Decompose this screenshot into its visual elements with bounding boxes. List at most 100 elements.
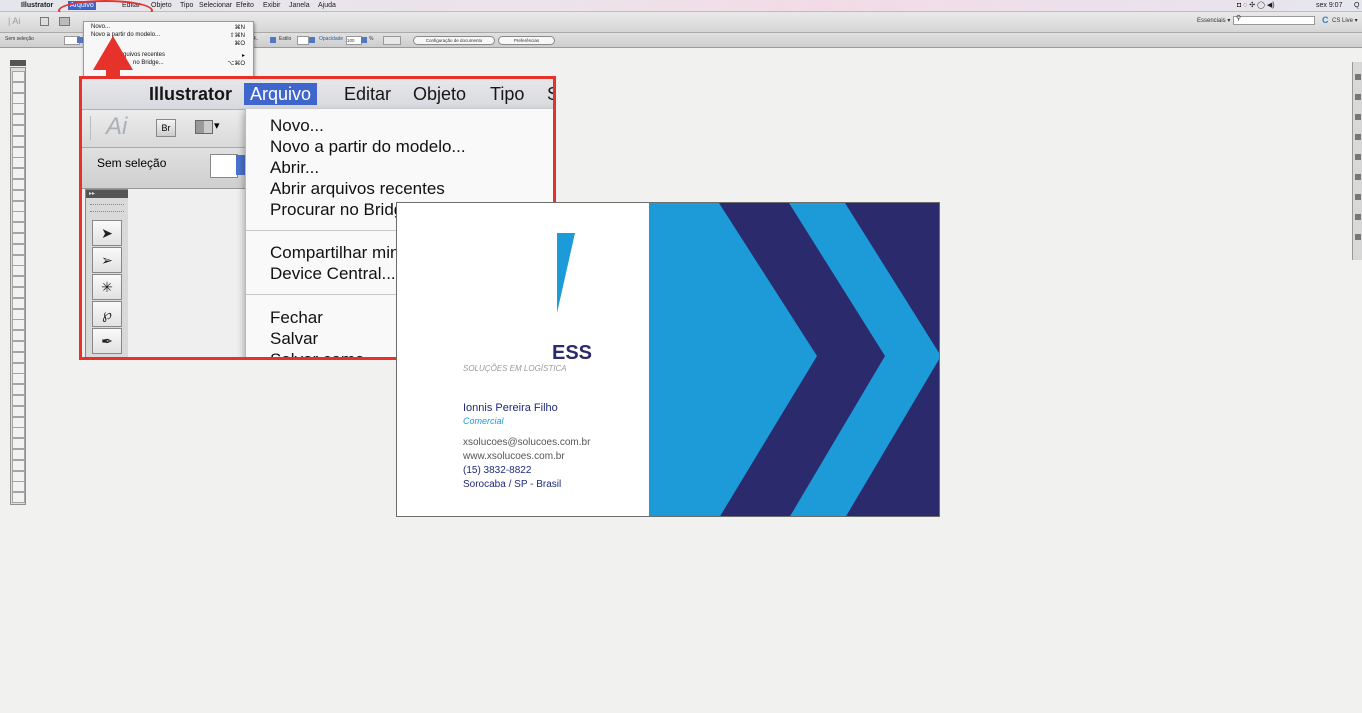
zoom-menu-illustrator[interactable]: Illustrator <box>149 83 232 105</box>
panel-icon[interactable] <box>1355 234 1361 240</box>
menu-item-salvar[interactable]: Salvar <box>270 329 318 349</box>
opacity-label[interactable]: Opacidade <box>319 36 343 42</box>
menu-tipo[interactable]: Tipo <box>180 1 193 10</box>
cs-live-button[interactable]: CS Live ▾ <box>1332 17 1358 24</box>
tool-button[interactable] <box>12 243 25 255</box>
tool-button[interactable] <box>12 351 25 363</box>
tool-button[interactable] <box>12 103 25 115</box>
menu-objeto[interactable]: Objeto <box>151 1 172 10</box>
file-menu-item[interactable]: Novo... ⌘N <box>91 24 249 31</box>
tool-button[interactable] <box>12 211 25 223</box>
tool-button[interactable] <box>12 287 25 298</box>
menu-exibir[interactable]: Exibir <box>263 1 281 10</box>
tool-button[interactable] <box>12 449 25 460</box>
menu-item-novo[interactable]: Novo... <box>270 116 324 136</box>
tool-button[interactable] <box>12 125 25 136</box>
tool-button[interactable] <box>12 297 25 309</box>
tool-button[interactable] <box>12 481 25 493</box>
tool-button[interactable] <box>12 135 25 147</box>
brush-dropdown[interactable] <box>270 37 276 43</box>
tool-button[interactable] <box>12 438 25 450</box>
menu-selecionar[interactable]: Selecionar <box>199 1 232 10</box>
clock[interactable]: sex 9:07 <box>1316 1 1342 10</box>
panel-icon[interactable] <box>1355 154 1361 160</box>
tool-button[interactable] <box>12 81 25 93</box>
panel-icon[interactable] <box>1355 194 1361 200</box>
opacity-input[interactable]: 100 <box>346 36 362 45</box>
tool-button[interactable] <box>12 405 25 417</box>
panel-icon[interactable] <box>1355 94 1361 100</box>
menu-item-fechar[interactable]: Fechar <box>270 308 323 328</box>
menu-item-salvar-como[interactable]: Salvar como... <box>270 350 379 357</box>
panel-icon[interactable] <box>1355 174 1361 180</box>
panel-icon[interactable] <box>1355 114 1361 120</box>
menu-item-novo-modelo[interactable]: Novo a partir do modelo... <box>270 137 466 157</box>
tool-button[interactable] <box>12 319 25 331</box>
panel-icon[interactable] <box>1355 214 1361 220</box>
recolor-button[interactable] <box>383 36 401 45</box>
menu-efeito[interactable]: Efeito <box>236 1 254 10</box>
style-swatch[interactable] <box>297 36 309 45</box>
panel-collapse-icon[interactable]: ▸▸ <box>86 190 129 198</box>
bridge-icon-small[interactable] <box>40 17 49 26</box>
zoom-menu-s[interactable]: S <box>547 83 553 105</box>
tool-button[interactable] <box>12 362 25 374</box>
tool-button[interactable] <box>12 341 25 352</box>
tool-button[interactable] <box>12 384 25 396</box>
menu-ajuda[interactable]: Ajuda <box>318 1 336 10</box>
preferences-button[interactable]: Preferências <box>498 36 555 45</box>
tool-button[interactable] <box>12 416 25 428</box>
tool-button[interactable] <box>12 114 25 126</box>
selection-tool-icon[interactable]: ➤ <box>92 220 122 246</box>
tool-button[interactable] <box>12 157 25 169</box>
menu-item-recentes[interactable]: Abrir arquivos recentes <box>270 179 445 199</box>
arrange-documents-icon[interactable] <box>195 120 213 134</box>
zoom-menu-arquivo[interactable]: Arquivo <box>244 83 318 105</box>
tool-button[interactable] <box>12 200 25 212</box>
chevron-down-icon[interactable]: ▾ <box>214 119 220 132</box>
tool-button[interactable] <box>12 276 25 288</box>
tool-button[interactable] <box>12 222 25 234</box>
zoom-menu-editar[interactable]: Editar <box>344 83 391 105</box>
panel-grip[interactable] <box>90 204 124 212</box>
bridge-button[interactable]: Br <box>156 119 176 137</box>
right-panel-dock[interactable] <box>1352 62 1362 260</box>
pen-tool-icon[interactable]: ✒ <box>92 328 122 354</box>
panel-icon[interactable] <box>1355 134 1361 140</box>
zoom-menu-objeto[interactable]: Objeto <box>413 83 466 105</box>
menu-item-abrir[interactable]: Abrir... <box>270 158 319 178</box>
search-field[interactable] <box>1233 16 1315 25</box>
menu-janela[interactable]: Janela <box>289 1 310 10</box>
business-card-artboard[interactable]: ESS SOLUÇÕES EM LOGÍSTICA Ionnis Pereira… <box>396 202 940 517</box>
zoom-menu-tipo[interactable]: Tipo <box>490 83 524 105</box>
zoom-fill-swatch[interactable] <box>210 154 238 178</box>
status-icons[interactable]: ◘ ◌ ✣ ◯ ◀) <box>1237 1 1275 10</box>
workspace-switcher[interactable]: Essenciais ▾ <box>1197 17 1230 24</box>
tool-button[interactable] <box>12 459 25 471</box>
tool-button[interactable] <box>12 71 25 82</box>
panel-icon[interactable] <box>1355 74 1361 80</box>
tool-button[interactable] <box>12 330 25 342</box>
opacity-dropdown[interactable] <box>361 37 367 43</box>
lasso-tool-icon[interactable]: ℘ <box>92 301 122 327</box>
tool-button[interactable] <box>12 265 25 277</box>
tool-button[interactable] <box>12 492 25 504</box>
tool-button[interactable] <box>12 146 25 158</box>
tool-button[interactable] <box>12 254 25 266</box>
tool-button[interactable] <box>12 470 25 482</box>
document-setup-button[interactable]: Configuração de documento <box>413 36 495 45</box>
spotlight-icon[interactable]: Q <box>1354 1 1359 10</box>
tool-button[interactable] <box>12 308 25 320</box>
tool-button[interactable] <box>12 427 25 439</box>
style-dropdown[interactable] <box>309 37 315 43</box>
tools-panel-grip[interactable] <box>10 60 26 66</box>
tool-button[interactable] <box>12 395 25 406</box>
tool-button[interactable] <box>12 373 25 385</box>
direct-selection-tool-icon[interactable]: ➢ <box>92 247 122 273</box>
tool-button[interactable] <box>12 168 25 180</box>
menu-illustrator[interactable]: Illustrator <box>21 1 53 10</box>
tool-button[interactable] <box>12 233 25 244</box>
arrange-icon-small[interactable] <box>59 17 70 26</box>
tool-button[interactable] <box>12 189 25 201</box>
magic-wand-tool-icon[interactable]: ✳ <box>92 274 122 300</box>
